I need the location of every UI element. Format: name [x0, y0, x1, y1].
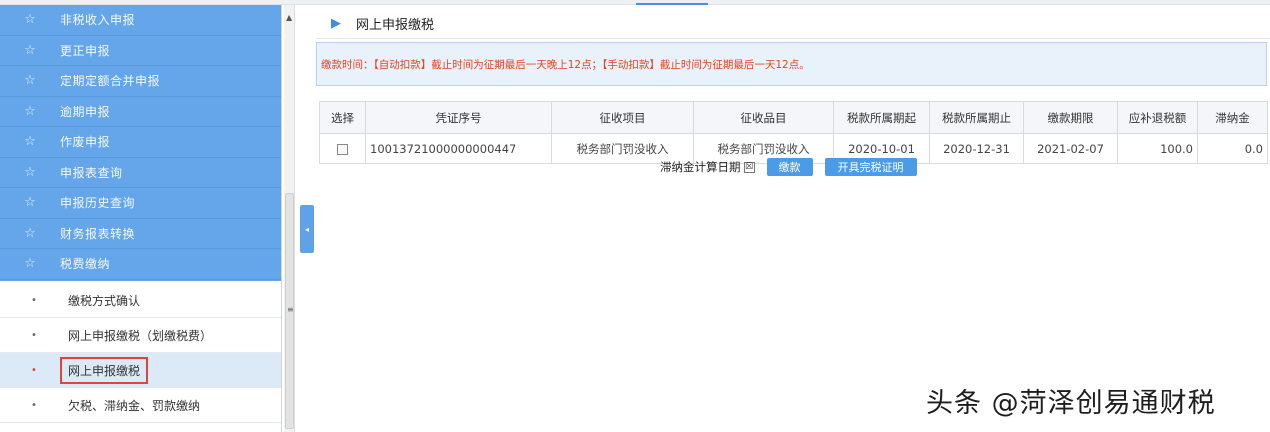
notice-text: 缴款时间：【自动扣款】截止时间为征期最后一天晚上12点；【手动扣款】截止时间为征… [321, 58, 810, 71]
sidebar-scrollbar[interactable]: ▲ ≡ [284, 5, 295, 432]
period-end-cell: 2020-12-31 [929, 133, 1024, 164]
sidebar-item-overdue[interactable]: ☆ 逾期申报 [0, 97, 281, 127]
col-header-late-fee: 滞纳金 [1197, 101, 1268, 134]
sidebar-item-history-query[interactable]: ☆ 申报历史查询 [0, 188, 281, 219]
scroll-up-icon[interactable]: ▲ [286, 13, 292, 22]
action-bar: 滞纳金计算日期 ☒ 缴款 开具完税证明 [660, 157, 917, 177]
payment-notice: 缴款时间：【自动扣款】截止时间为征期最后一天晚上12点；【手动扣款】截止时间为征… [316, 42, 1267, 86]
watermark: 头条 @菏泽创易通财税 [926, 388, 1216, 419]
sidebar-item-fixed-quota[interactable]: ☆ 定期定额合并申报 [0, 66, 281, 97]
tax-certificate-button[interactable]: 开具完税证明 [824, 158, 917, 176]
tax-amount-cell: 100.0 [1117, 133, 1198, 164]
star-icon: ☆ [24, 256, 36, 272]
sidebar-item-non-tax-income[interactable]: ☆ 非税收入申报 [0, 5, 281, 36]
sidebar-item-label: 逾期申报 [60, 104, 111, 119]
col-header-select: 选择 [319, 101, 366, 134]
sidebar-item-label: 作废申报 [60, 135, 111, 150]
star-icon: ☆ [24, 12, 36, 28]
sidebar-item-label: 申报历史查询 [60, 196, 136, 211]
chevron-left-icon: ◂ [304, 224, 309, 234]
deadline-cell: 2021-02-07 [1023, 133, 1118, 164]
sub-item-payment-method[interactable]: • 缴税方式确认 [0, 283, 281, 318]
play-arrow-icon: ▶ [331, 16, 341, 31]
sub-item-label: 缴税方式确认 [68, 293, 141, 308]
sidebar-menu: ☆ 非税收入申报 ☆ 更正申报 ☆ 定期定额合并申报 ☆ 逾期申报 ☆ 作废申报… [0, 5, 281, 281]
star-icon: ☆ [24, 225, 36, 241]
sub-item-arrears[interactable]: • 欠税、滞纳金、罚款缴纳 [0, 388, 281, 423]
sidebar-item-financial-conversion[interactable]: ☆ 财务报表转换 [0, 219, 281, 249]
col-header-period-start: 税款所属期起 [833, 101, 930, 134]
late-fee-date-checkbox[interactable]: ☒ [743, 161, 755, 173]
table-header-row: 选择 凭证序号 征收项目 征收品目 税款所属期起 税款所属期止 缴款期限 应补退… [319, 101, 1268, 134]
page-title: 网上申报缴税 [356, 18, 435, 33]
page-header: ▶ 网上申报缴税 [316, 9, 1270, 39]
col-header-levy-item: 征收项目 [551, 101, 694, 134]
col-header-deadline: 缴款期限 [1023, 101, 1118, 134]
col-header-levy-category: 征收品目 [693, 101, 834, 134]
sub-item-label: 网上申报缴税 [60, 356, 149, 384]
sub-item-online-pay-debit[interactable]: • 网上申报缴税（划缴税费） [0, 318, 281, 353]
col-header-tax-amount: 应补退税额 [1117, 101, 1198, 134]
sidebar-item-label: 非税收入申报 [60, 13, 136, 28]
star-icon: ☆ [24, 134, 36, 150]
sub-item-label: 欠税、滞纳金、罚款缴纳 [68, 398, 201, 413]
col-header-period-end: 税款所属期止 [929, 101, 1024, 134]
bullet-icon: • [31, 294, 37, 306]
row-checkbox[interactable] [337, 143, 348, 155]
row-select-cell[interactable] [319, 133, 366, 164]
sidebar-item-report-query[interactable]: ☆ 申报表查询 [0, 158, 281, 188]
grip-icon: ≡ [287, 305, 294, 314]
star-icon: ☆ [24, 103, 36, 119]
star-icon: ☆ [24, 164, 36, 180]
sidebar-collapse-handle[interactable]: ◂ [300, 205, 314, 253]
star-icon: ☆ [24, 42, 36, 58]
col-header-voucher-no: 凭证序号 [365, 101, 552, 134]
sidebar-item-label: 定期定额合并申报 [60, 74, 161, 89]
main-content: ▶ 网上申报缴税 缴款时间：【自动扣款】截止时间为征期最后一天晚上12点；【手动… [316, 5, 1270, 432]
sub-item-online-pay[interactable]: • 网上申报缴税 [0, 353, 281, 388]
star-icon: ☆ [24, 195, 36, 211]
star-icon: ☆ [24, 73, 36, 89]
sidebar-item-void[interactable]: ☆ 作废申报 [0, 127, 281, 158]
sidebar-item-correction[interactable]: ☆ 更正申报 [0, 36, 281, 66]
sidebar: ☆ 非税收入申报 ☆ 更正申报 ☆ 定期定额合并申报 ☆ 逾期申报 ☆ 作废申报… [0, 5, 282, 432]
sidebar-item-label: 税费缴纳 [60, 257, 111, 272]
bullet-icon: • [31, 329, 37, 341]
late-fee-date-label: 滞纳金计算日期 [660, 160, 741, 174]
sidebar-item-label: 财务报表转换 [60, 226, 136, 241]
sidebar-item-label: 更正申报 [60, 43, 111, 58]
bullet-icon: • [31, 399, 37, 411]
pay-button[interactable]: 缴款 [766, 158, 813, 176]
voucher-no-cell: 10013721000000000447 [365, 133, 552, 164]
sub-item-label: 网上申报缴税（划缴税费） [68, 328, 213, 343]
sidebar-item-label: 申报表查询 [60, 165, 123, 180]
bullet-icon: • [31, 364, 37, 376]
payment-table: 选择 凭证序号 征收项目 征收品目 税款所属期起 税款所属期止 缴款期限 应补退… [319, 101, 1268, 164]
late-fee-cell: 0.0 [1197, 133, 1268, 164]
sidebar-item-tax-payment[interactable]: ☆ 税费缴纳 [0, 249, 281, 280]
